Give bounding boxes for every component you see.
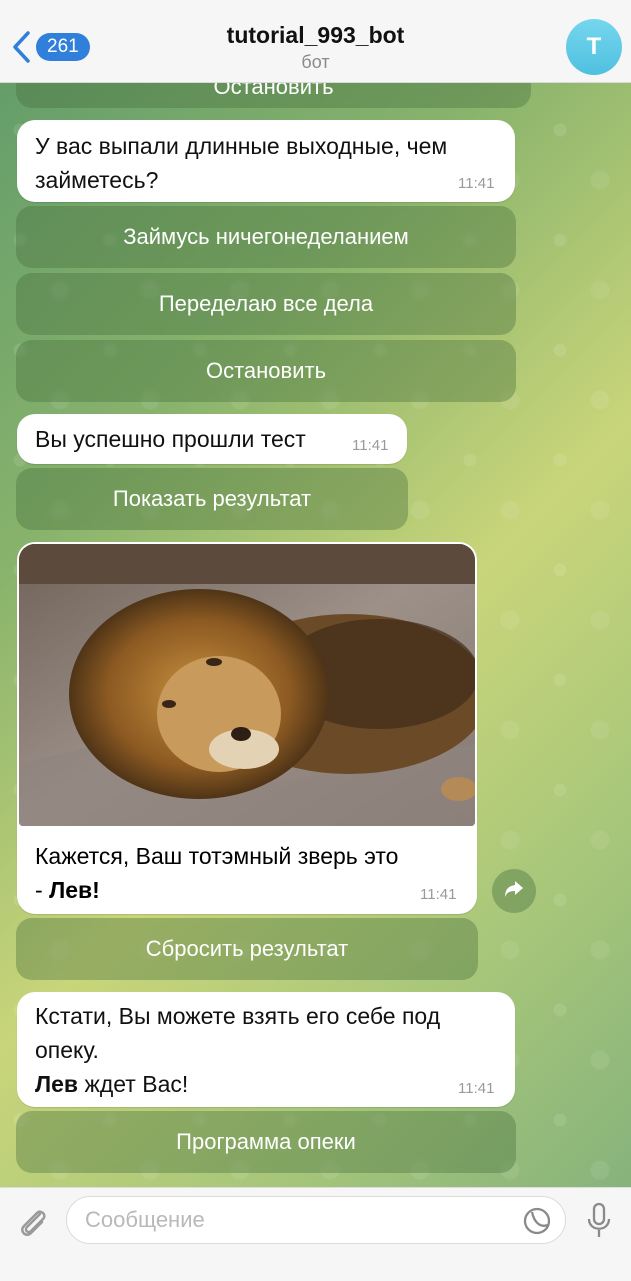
message-text: У вас выпали длинные выходные, чем займе… — [35, 133, 448, 193]
share-button[interactable] — [492, 869, 536, 913]
inline-button-reset-result[interactable]: Сбросить результат — [16, 918, 478, 980]
caption-dash: - — [35, 877, 50, 903]
message-time: 11:41 — [352, 437, 389, 454]
attach-icon[interactable] — [16, 1204, 50, 1245]
inline-button-label: Займусь ничегонеделанием — [123, 224, 409, 249]
message-time: 11:41 — [458, 1080, 495, 1097]
chat-title[interactable]: tutorial_993_bot — [0, 22, 631, 49]
inline-button-label: Остановить — [205, 358, 327, 383]
photo-message-bubble[interactable]: Кажется, Ваш тотэмный зверь это - Лев! 1… — [17, 542, 477, 914]
message-text: Вы успешно прошли тест — [35, 426, 306, 452]
inline-button-label: Программа опеки — [176, 1129, 356, 1154]
message-bubble[interactable]: Кстати, Вы можете взять его себе под опе… — [17, 992, 515, 1107]
inline-button-label: Переделаю все дела — [158, 291, 374, 316]
message-bubble[interactable]: У вас выпали длинные выходные, чем займе… — [17, 120, 515, 202]
message-text: Кстати, Вы можете взять его себе под опе… — [35, 999, 505, 1101]
message-input[interactable] — [66, 1196, 566, 1244]
chat-header: 261 tutorial_993_bot бот T — [0, 0, 631, 83]
chat-subtitle: бот — [301, 52, 330, 72]
message-composer — [0, 1187, 631, 1281]
inline-button-guardianship[interactable]: Программа опеки — [16, 1111, 516, 1173]
message-line: Кстати, Вы можете взять его себе под опе… — [35, 1003, 441, 1063]
message-rest: ждет Вас! — [78, 1071, 189, 1097]
inline-button-do-nothing[interactable]: Займусь ничегонеделанием — [16, 206, 516, 268]
sticker-icon[interactable] — [522, 1206, 552, 1241]
message-time: 11:41 — [458, 175, 495, 192]
inline-button-show-result[interactable]: Показать результат — [16, 468, 408, 530]
lion-image — [19, 544, 475, 826]
microphone-icon[interactable] — [585, 1202, 613, 1245]
message-bubble[interactable]: Вы успешно прошли тест 11:41 — [17, 414, 407, 464]
lion-photo[interactable] — [19, 544, 475, 826]
message-time: 11:41 — [420, 886, 457, 903]
inline-button-do-all[interactable]: Переделаю все дела — [16, 273, 516, 335]
inline-button-label: Показать результат — [112, 486, 312, 511]
caption-text: Кажется, Ваш тотэмный зверь это — [35, 843, 399, 869]
inline-button-stop[interactable]: Остановить — [16, 340, 516, 402]
caption-bold: Лев! — [49, 877, 100, 903]
photo-caption: Кажется, Ваш тотэмный зверь это - Лев! — [35, 839, 465, 907]
inline-button-label: Сбросить результат — [145, 936, 349, 961]
message-bold: Лев — [35, 1071, 79, 1097]
avatar[interactable]: T — [566, 19, 622, 75]
share-icon — [503, 879, 525, 904]
